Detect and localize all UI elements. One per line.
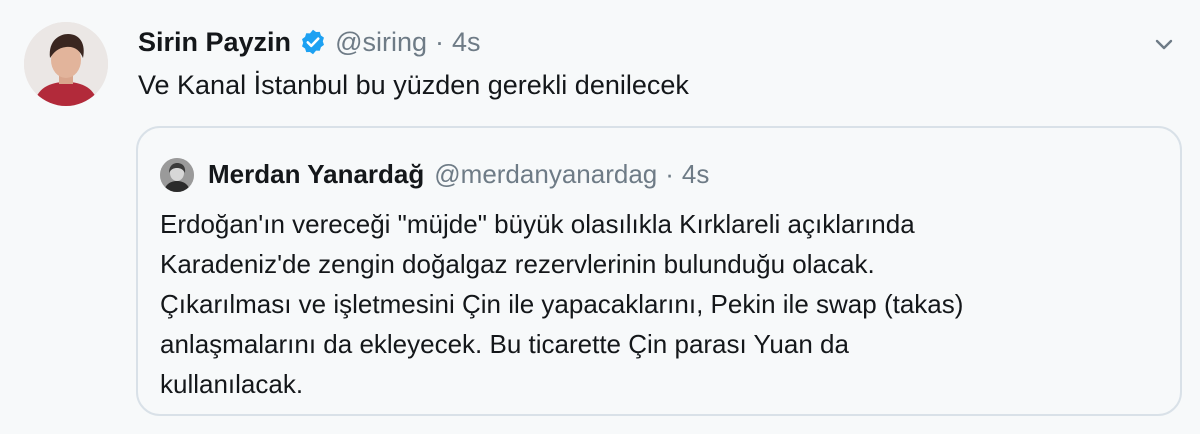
author-display-name[interactable]: Sirin Payzin: [138, 27, 291, 58]
author-handle[interactable]: @siring: [335, 27, 427, 58]
quoted-author-avatar[interactable]: [160, 158, 194, 192]
quoted-text-line: Erdoğan'ın vereceği "müjde" büyük olasıl…: [160, 209, 915, 239]
person-avatar-icon: [160, 158, 194, 192]
separator-dot: ·: [435, 26, 444, 57]
quoted-tweet-text: Erdoğan'ın vereceği "müjde" büyük olasıl…: [160, 204, 1160, 404]
tweet-header: Sirin Payzin @siring · 4s: [138, 22, 481, 62]
quoted-text-line: anlaşmalarını da ekleyecek. Bu ticarette…: [160, 329, 849, 359]
tweet-timestamp[interactable]: 4s: [452, 27, 481, 58]
author-avatar[interactable]: [24, 22, 108, 106]
quoted-tweet[interactable]: Merdan Yanardağ @merdanyanardag · 4s Erd…: [136, 126, 1182, 416]
tweet-card[interactable]: Sirin Payzin @siring · 4s Ve Kanal İstan…: [0, 0, 1200, 434]
quoted-author-display-name[interactable]: Merdan Yanardağ: [208, 159, 424, 190]
separator-dot: ·: [665, 158, 674, 189]
quoted-author-handle[interactable]: @merdanyanardag: [434, 159, 657, 190]
verified-badge-icon: [299, 28, 327, 56]
quoted-text-line: Karadeniz'de zengin doğalgaz rezervlerin…: [160, 249, 875, 279]
chevron-down-icon[interactable]: [1150, 30, 1178, 58]
person-avatar-icon: [24, 22, 108, 106]
quoted-tweet-timestamp[interactable]: 4s: [682, 159, 709, 190]
quoted-text-line: Çıkarılması ve işletmesini Çin ile yapac…: [160, 289, 964, 319]
quoted-tweet-header: Merdan Yanardağ @merdanyanardag · 4s: [208, 154, 709, 194]
quoted-text-line: kullanılacak.: [160, 369, 304, 399]
tweet-text: Ve Kanal İstanbul bu yüzden gerekli deni…: [138, 70, 689, 100]
